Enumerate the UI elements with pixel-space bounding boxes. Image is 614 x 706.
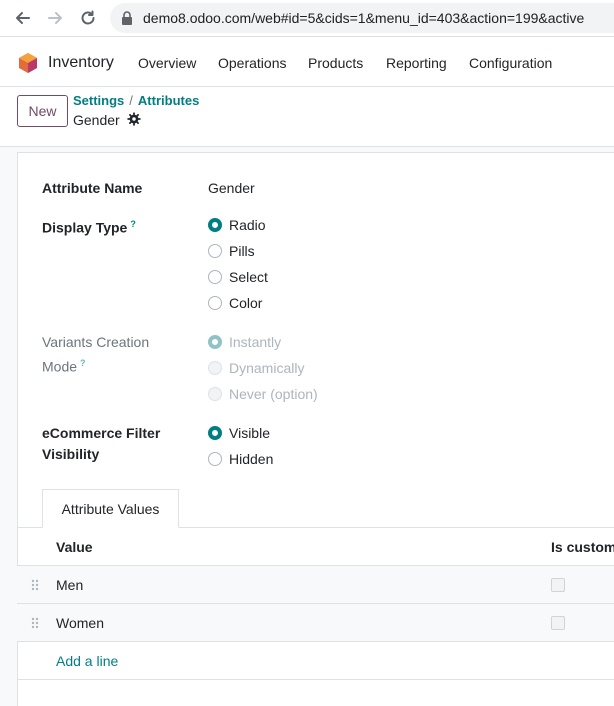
menu-overview[interactable]: Overview [138,55,196,71]
is-custom-checkbox[interactable] [551,616,565,630]
radio-button[interactable] [208,426,222,440]
radio-button[interactable] [208,244,222,258]
radio-button[interactable] [208,296,222,310]
record-title: Gender [73,112,120,128]
display-type-select[interactable]: Select [208,268,268,286]
browser-toolbar: demo8.odoo.com/web#id=5&cids=1&menu_id=4… [0,0,614,37]
breadcrumb: Settings / Attributes [73,93,199,108]
column-is-custom[interactable]: Is custom [551,539,614,555]
radio-label: Color [229,295,263,311]
add-line-link[interactable]: Add a line [56,653,118,669]
list-bottom-divider [17,679,614,680]
lock-icon [122,11,132,25]
table-row[interactable]: Men [17,566,614,604]
tab-attribute-values[interactable]: Attribute Values [42,489,179,528]
ecommerce-label-line1: eCommerce Filter [42,425,161,441]
breadcrumb-attributes[interactable]: Attributes [138,93,199,108]
ecommerce-visible[interactable]: Visible [208,424,270,442]
display-type-label: Display Type? [42,214,136,239]
breadcrumb-separator: / [129,93,133,108]
ecommerce-visibility-label: eCommerce Filter Visibility [42,423,160,465]
radio-label: Select [229,269,268,285]
radio-button [208,335,222,349]
radio-label: Dynamically [229,360,305,376]
display-type-color[interactable]: Color [208,294,262,312]
attribute-name-label: Attribute Name [42,180,143,196]
display-type-label-text: Display Type [42,219,128,236]
gear-icon[interactable] [127,112,141,126]
radio-label: Never (option) [229,386,318,402]
menu-products[interactable]: Products [308,55,363,71]
variants-mode-dynamically: Dynamically [208,359,304,377]
row-value[interactable]: Men [56,577,83,593]
drag-handle-icon[interactable] [31,579,39,591]
radio-label: Pills [229,243,255,259]
variants-mode-never: Never (option) [208,385,318,403]
radio-button[interactable] [208,218,222,232]
inventory-app-icon[interactable] [18,52,38,74]
radio-label: Visible [229,425,270,441]
menu-operations[interactable]: Operations [218,55,286,71]
variants-mode-label-line2: Mode [42,358,78,375]
control-panel: New Settings / Attributes Gender [0,87,614,147]
variants-mode-help[interactable]: ? [80,358,86,368]
forward-icon[interactable] [44,7,66,29]
table-row[interactable]: Women [17,604,614,642]
breadcrumb-settings[interactable]: Settings [73,93,124,108]
variants-mode-label-line1: Variants Creation [42,334,150,350]
menu-reporting[interactable]: Reporting [386,55,447,71]
radio-button [208,361,222,375]
radio-label: Instantly [229,334,282,350]
ecommerce-hidden[interactable]: Hidden [208,450,273,468]
radio-label: Radio [229,217,266,233]
variants-mode-instantly: Instantly [208,333,281,351]
address-bar[interactable]: demo8.odoo.com/web#id=5&cids=1&menu_id=4… [110,3,614,33]
display-type-radio[interactable]: Radio [208,216,266,234]
drag-handle-icon[interactable] [31,617,39,629]
is-custom-checkbox[interactable] [551,578,565,592]
variants-mode-label: Variants Creation Mode? [42,332,149,378]
new-button[interactable]: New [17,95,68,127]
reload-icon[interactable] [77,7,99,29]
attribute-name-field[interactable]: Gender [208,180,255,196]
radio-button[interactable] [208,452,222,466]
menu-configuration[interactable]: Configuration [469,55,552,71]
top-navbar: Inventory Overview Operations Products R… [0,37,614,87]
radio-button [208,387,222,401]
radio-label: Hidden [229,451,274,467]
display-type-pills[interactable]: Pills [208,242,255,260]
column-value[interactable]: Value [56,539,93,555]
list-header: Value Is custom [17,528,614,566]
url-text: demo8.odoo.com/web#id=5&cids=1&menu_id=4… [143,10,585,26]
back-icon[interactable] [12,7,34,29]
display-type-help[interactable]: ? [130,219,136,229]
ecommerce-label-line2: Visibility [42,446,100,462]
row-value[interactable]: Women [56,615,104,631]
app-name[interactable]: Inventory [48,54,114,72]
radio-button[interactable] [208,270,222,284]
